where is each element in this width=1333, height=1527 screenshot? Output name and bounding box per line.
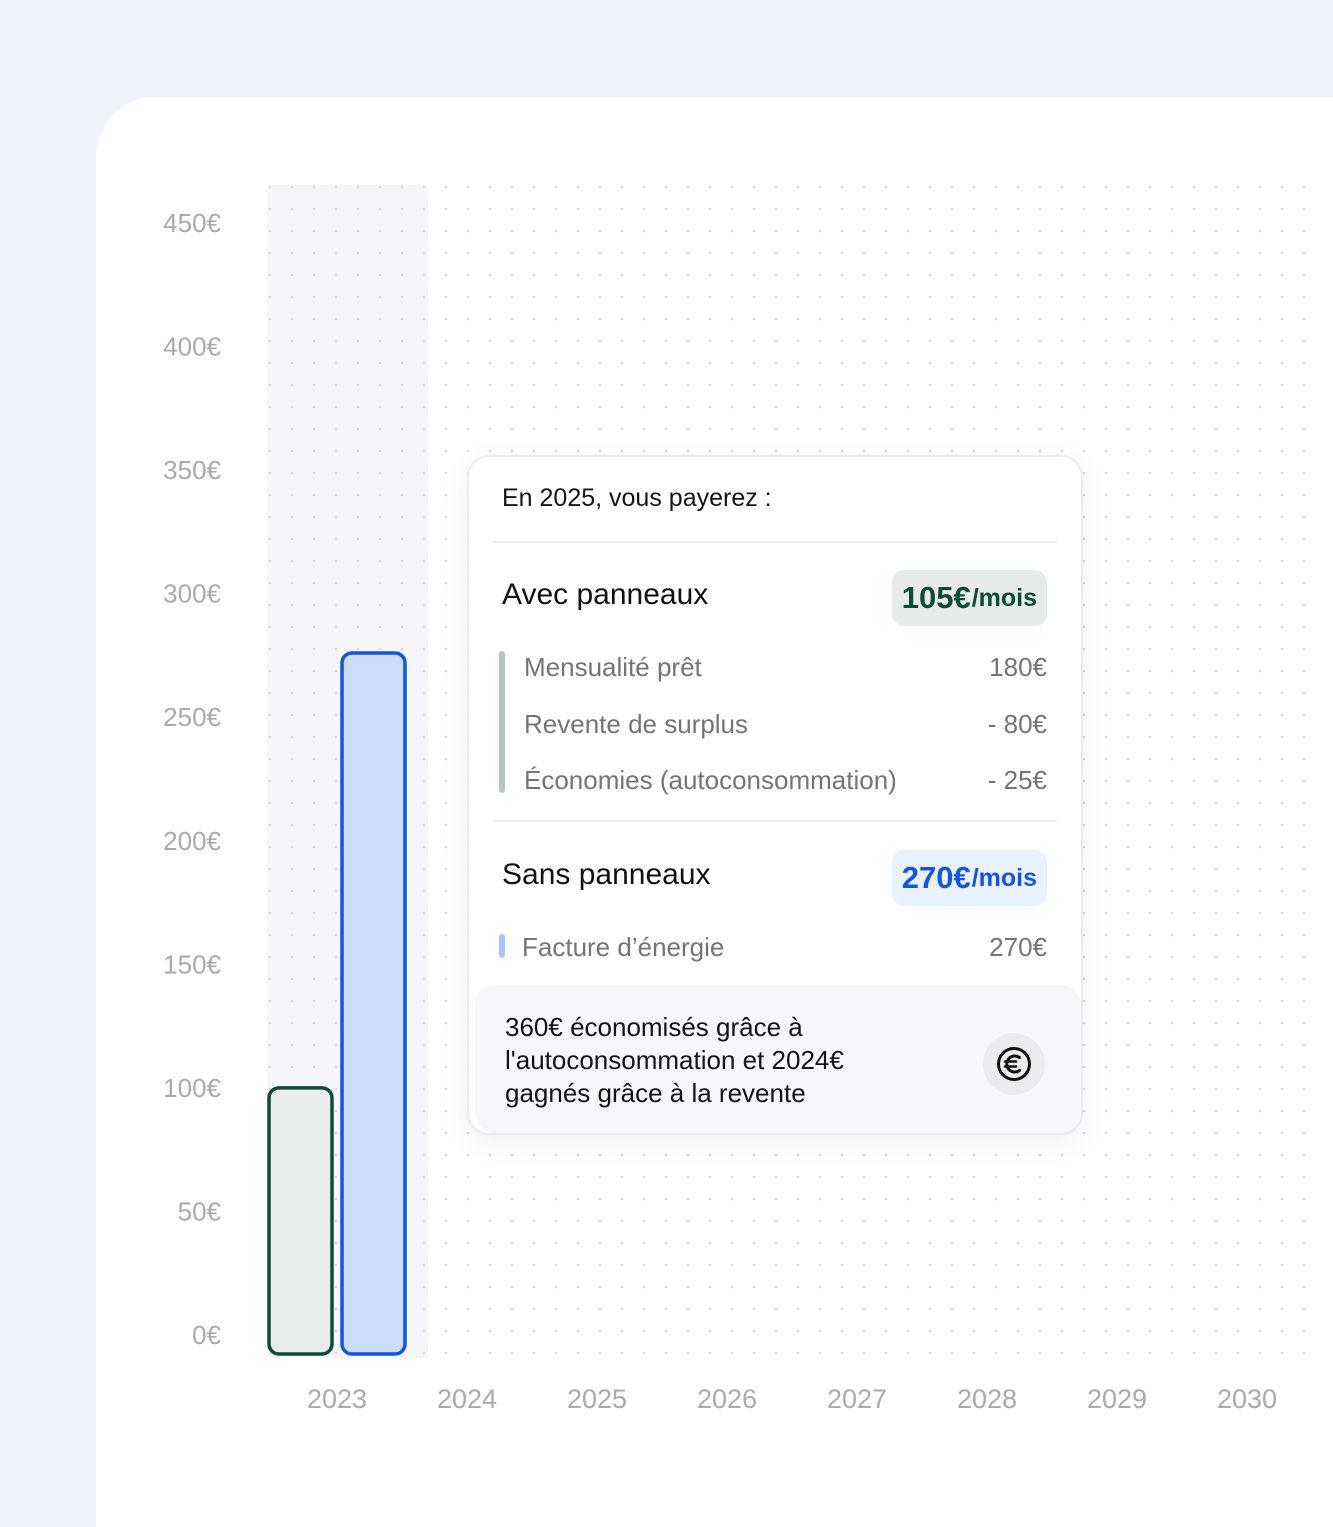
item-value: - 80€	[987, 709, 1047, 739]
x-tick-label: 2030	[1217, 1384, 1277, 1414]
y-tick-label: 250€	[163, 702, 221, 732]
item-value: 270€	[989, 932, 1047, 962]
y-tick-label: 400€	[163, 332, 221, 362]
bar-without-panels[interactable]	[340, 651, 407, 1356]
divider	[493, 541, 1057, 543]
y-tick-label: 150€	[163, 949, 221, 979]
y-tick-label: 200€	[163, 826, 221, 856]
y-tick-label: 50€	[178, 1196, 222, 1226]
without-panels-unit: /mois	[971, 863, 1037, 892]
without-panels-label: Sans panneaux	[502, 858, 711, 891]
year-tooltip: En 2025, vous payerez : Avec panneaux 10…	[467, 455, 1083, 1135]
savings-summary: 360€ économisés grâce à l'autoconsommati…	[475, 985, 1081, 1133]
without-panels-badge: 270€/mois	[891, 850, 1047, 906]
x-tick-label: 2028	[957, 1384, 1017, 1414]
without-panels-accent-bar	[499, 934, 505, 958]
y-tick-label: 350€	[163, 455, 221, 485]
x-tick-label: 2024	[437, 1384, 497, 1414]
y-tick-label: 100€	[163, 1073, 221, 1103]
x-tick-label: 2026	[697, 1384, 757, 1414]
item-label: Facture d’énergie	[522, 932, 725, 962]
y-tick-label: 0€	[192, 1320, 221, 1350]
with-panels-unit: /mois	[971, 583, 1037, 612]
x-tick-label: 2027	[827, 1384, 887, 1414]
euro-icon	[983, 1033, 1045, 1095]
without-panels-amount: 270€	[901, 860, 971, 895]
item-label: Revente de surplus	[524, 709, 749, 739]
with-panels-amount: 105€	[901, 580, 971, 615]
with-panels-badge: 105€/mois	[891, 570, 1047, 626]
with-panels-label: Avec panneaux	[502, 578, 709, 611]
item-label: Mensualité prêt	[524, 652, 702, 682]
with-panels-accent-bar	[499, 651, 505, 793]
item-value: - 25€	[987, 765, 1047, 795]
y-tick-label: 450€	[163, 208, 221, 238]
savings-summary-text: 360€ économisés grâce à l'autoconsommati…	[505, 1012, 844, 1108]
item-label: Économies (autoconsommation)	[524, 765, 897, 795]
divider	[493, 820, 1057, 822]
x-tick-label: 2029	[1087, 1384, 1147, 1414]
y-tick-label: 300€	[163, 579, 221, 609]
tooltip-title: En 2025, vous payerez :	[502, 484, 772, 512]
x-tick-label: 2023	[307, 1384, 367, 1414]
item-value: 180€	[989, 652, 1047, 682]
x-tick-label: 2025	[567, 1384, 627, 1414]
bar-with-panels[interactable]	[267, 1086, 334, 1356]
